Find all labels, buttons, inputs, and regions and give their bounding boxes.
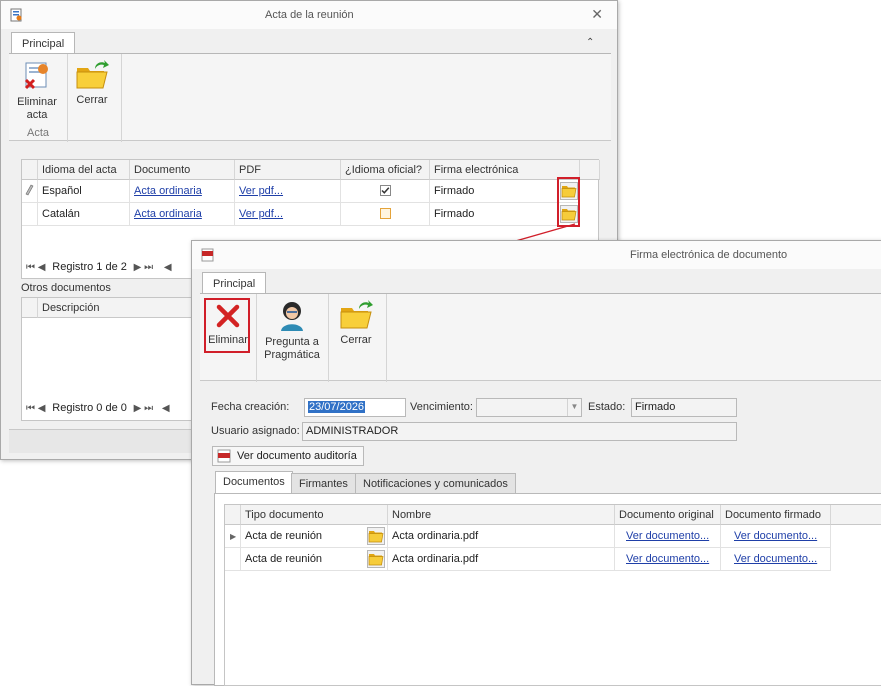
documentos-grid: Tipo documento Nombre Documento original…: [224, 504, 881, 686]
tab-notificaciones[interactable]: Notificaciones y comunicados: [355, 473, 516, 493]
tab-documentos[interactable]: Documentos: [215, 471, 293, 493]
cerrar-button[interactable]: Cerrar: [332, 300, 380, 347]
cell-tipo[interactable]: Acta de reunión: [241, 525, 388, 548]
vencimiento-input[interactable]: ▼: [476, 398, 582, 417]
tab-principal[interactable]: Principal: [202, 272, 267, 294]
estado-field: Firmado: [631, 398, 737, 417]
fecha-value: 23/07/2026: [308, 401, 366, 413]
cell-firmado[interactable]: Ver documento...: [721, 548, 831, 571]
ribbon-separator: [386, 294, 387, 382]
pregunta-label-1: Pregunta a: [265, 336, 319, 348]
header-filler: [831, 505, 881, 525]
firma-window: Firma electrónica de documento Principal…: [191, 240, 881, 686]
row-indicator[interactable]: [225, 548, 241, 571]
ver-firmado-link[interactable]: Ver documento...: [734, 553, 817, 565]
usuario-label: Usuario asignado:: [211, 425, 300, 437]
fecha-label: Fecha creación:: [211, 401, 290, 413]
chevron-down-icon[interactable]: ▼: [567, 399, 581, 416]
pdf-icon: [201, 248, 214, 262]
header-firmado[interactable]: Documento firmado: [721, 505, 831, 525]
fecha-input[interactable]: 23/07/2026: [304, 398, 406, 417]
estado-label: Estado:: [588, 401, 626, 413]
cell-tipo[interactable]: Acta de reunión: [241, 548, 388, 571]
ver-auditoria-label: Ver documento auditoría: [237, 450, 357, 462]
header-original[interactable]: Documento original: [615, 505, 721, 525]
pregunta-pragmatica-button[interactable]: Pregunta a Pragmática: [260, 300, 324, 362]
cerrar-label: Cerrar: [340, 334, 372, 346]
pregunta-label-2: Pragmática: [264, 349, 320, 361]
ver-auditoria-button[interactable]: Ver documento auditoría: [212, 446, 364, 466]
open-documento-button[interactable]: [367, 527, 385, 545]
assistant-avatar-icon: [281, 302, 303, 331]
grid-indicator-header: [225, 505, 241, 525]
ver-original-link[interactable]: Ver documento...: [626, 530, 709, 542]
ribbon-separator: [328, 294, 329, 382]
ver-original-link[interactable]: Ver documento...: [626, 553, 709, 565]
ver-firmado-link[interactable]: Ver documento...: [734, 530, 817, 542]
folder-icon: [368, 529, 384, 543]
folder-exit-icon: [339, 300, 373, 330]
firma-ribbon: Eliminar Pregunta a Pragmática Cerrar: [200, 293, 881, 382]
folder-icon: [368, 552, 384, 566]
cell-nombre[interactable]: Acta ordinaria.pdf: [388, 525, 615, 548]
firma-window-title: Firma electrónica de documento: [630, 249, 788, 261]
usuario-field: ADMINISTRADOR: [302, 422, 737, 441]
header-nombre[interactable]: Nombre: [388, 505, 615, 525]
cell-firmado[interactable]: Ver documento...: [721, 525, 831, 548]
ribbon-separator: [256, 294, 257, 382]
vencimiento-label: Vencimiento:: [410, 401, 473, 413]
cell-nombre[interactable]: Acta ordinaria.pdf: [388, 548, 615, 571]
header-tipo[interactable]: Tipo documento: [241, 505, 388, 525]
pdf-icon: [217, 449, 231, 463]
row-indicator[interactable]: ▶: [225, 525, 241, 548]
firma-titlebar: Firma electrónica de documento: [192, 241, 881, 269]
highlight-box-eliminar: [204, 298, 250, 353]
tab-firmantes[interactable]: Firmantes: [291, 473, 356, 493]
open-documento-button[interactable]: [367, 550, 385, 568]
cell-original[interactable]: Ver documento...: [615, 548, 721, 571]
cell-original[interactable]: Ver documento...: [615, 525, 721, 548]
